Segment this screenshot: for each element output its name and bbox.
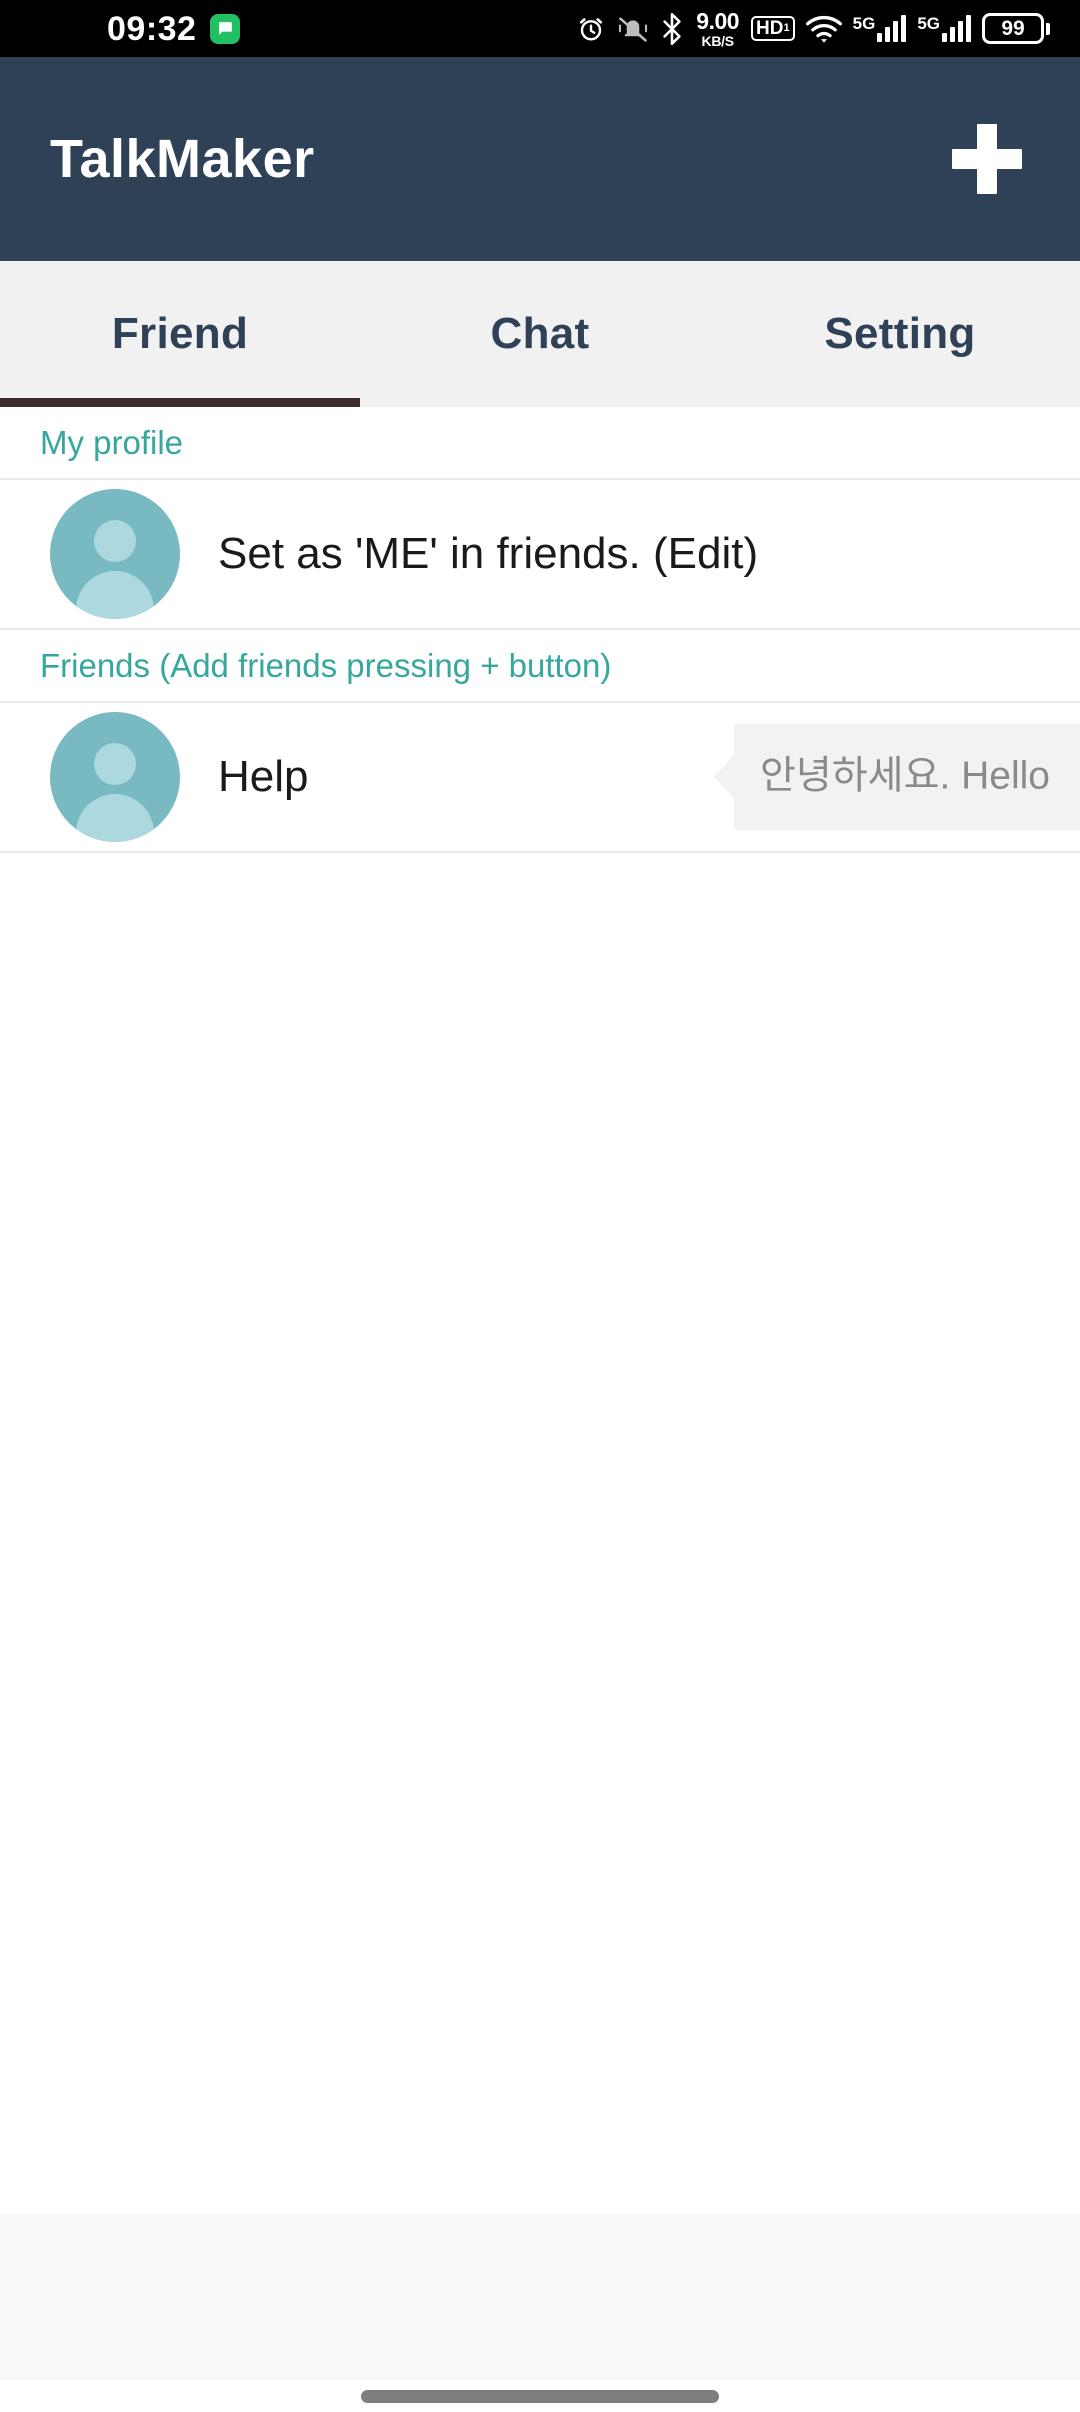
wifi-icon: [805, 14, 842, 44]
tab-setting[interactable]: Setting: [720, 261, 1080, 407]
tab-inactive-indicator: [360, 398, 720, 407]
system-navigation-bar: [0, 2380, 1080, 2412]
status-bar-right: 9.00 KB/S HD 1 5G 5G 99: [576, 0, 1050, 57]
list-item-friend[interactable]: Help 안녕하세요. Hello: [0, 703, 1080, 853]
section-header-friends: Friends (Add friends pressing + button): [0, 630, 1080, 703]
tab-friend[interactable]: Friend: [0, 261, 360, 407]
message-icon: [210, 13, 241, 44]
tab-setting-label: Setting: [824, 309, 976, 358]
bluetooth-icon: [660, 12, 684, 45]
app-screen: 09:32 9.00 KB/S HD 1 5G 5G 99 TalkMaker …: [0, 0, 1080, 2412]
network-speed-indicator: 9.00 KB/S: [696, 7, 740, 49]
tab-chat[interactable]: Chat: [360, 261, 720, 407]
network-speed-unit: KB/S: [701, 32, 735, 49]
avatar: [50, 712, 180, 842]
hd-label: HD: [756, 18, 784, 39]
list-item-my-profile[interactable]: Set as 'ME' in friends. (Edit): [0, 480, 1080, 630]
signal-sim2: 5G: [917, 15, 971, 42]
tab-friend-label: Friend: [111, 309, 249, 358]
ad-banner-area[interactable]: [0, 2213, 1080, 2380]
battery-cap-icon: [1046, 22, 1050, 35]
person-icon-body: [76, 794, 154, 842]
person-icon-body: [76, 571, 154, 619]
alarm-icon: [576, 14, 606, 44]
sim2-signal-bars: [942, 15, 971, 42]
list-item-label: Set as 'ME' in friends. (Edit): [218, 529, 759, 578]
status-bar-left: 09:32: [107, 9, 241, 48]
vibrate-mute-icon: [617, 15, 649, 43]
friend-list: My profile Set as 'ME' in friends. (Edit…: [0, 407, 1080, 853]
person-icon-head: [94, 520, 136, 562]
status-message-text: 안녕하세요. Hello: [734, 723, 1080, 831]
battery-percent: 99: [982, 13, 1044, 44]
status-bar: 09:32 9.00 KB/S HD 1 5G 5G 99: [0, 0, 1080, 57]
network-speed-value: 9.00: [696, 7, 740, 34]
plus-icon-vertical: [977, 124, 997, 194]
person-icon-head: [94, 743, 136, 785]
tab-bar: Friend Chat Setting: [0, 261, 1080, 407]
list-item-label: Help: [218, 752, 309, 801]
tab-inactive-indicator: [720, 398, 1080, 407]
signal-sim1: 5G: [853, 15, 907, 42]
battery-indicator: 99: [982, 13, 1050, 44]
status-bar-clock: 09:32: [107, 9, 197, 48]
sim2-network-label: 5G: [917, 14, 940, 33]
status-message-bubble: 안녕하세요. Hello: [714, 723, 1080, 831]
home-gesture-pill[interactable]: [361, 2389, 719, 2403]
sim1-signal-bars: [877, 15, 907, 42]
add-friend-button[interactable]: [942, 114, 1032, 204]
sim1-network-label: 5G: [852, 14, 876, 33]
hd-voice-icon: HD 1: [751, 16, 795, 41]
app-bar: TalkMaker: [0, 57, 1080, 261]
tab-active-indicator: [0, 398, 360, 407]
section-header-my-profile: My profile: [0, 407, 1080, 480]
tab-chat-label: Chat: [490, 309, 590, 358]
page-title: TalkMaker: [50, 129, 315, 189]
bubble-tail-icon: [714, 754, 735, 799]
avatar: [50, 489, 180, 619]
hd-sup: 1: [783, 22, 790, 34]
